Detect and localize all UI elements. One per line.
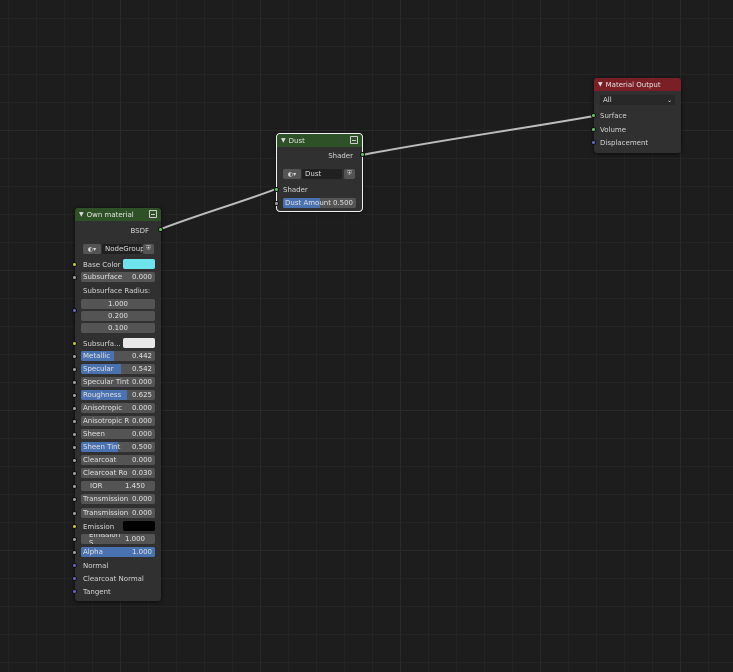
shader-input-row: Shader [283, 185, 308, 194]
clearcoat-roughness-field[interactable]: Clearcoat Ro 0.030 [81, 468, 155, 478]
anisotropic-rotation-socket[interactable] [72, 419, 77, 424]
bsdf-output-socket[interactable] [158, 227, 163, 232]
node-group-name-field[interactable]: NodeGroup [102, 244, 145, 254]
alpha-field[interactable]: Alpha 1.000 [81, 547, 155, 557]
sheen-tint-field[interactable]: Sheen Tint 0.500 [81, 442, 155, 452]
displacement-socket[interactable] [591, 140, 596, 145]
subsurface-radius-label-row: Subsurface Radius: [83, 286, 151, 295]
node-title: Dust [288, 136, 305, 145]
subsurface-radius-x[interactable]: 1.000 [81, 299, 155, 309]
ior-socket[interactable] [72, 484, 77, 489]
chevron-down-icon: ⌄ [666, 96, 672, 104]
collapse-triangle-icon[interactable]: ▼ [598, 81, 603, 88]
ior-field[interactable]: IOR 1.450 [81, 481, 155, 491]
base-color-swatch[interactable] [123, 259, 155, 269]
roughness-socket[interactable] [72, 393, 77, 398]
normal-socket[interactable] [72, 563, 77, 568]
own-material-header[interactable]: ▼ Own material [75, 208, 161, 221]
node-group-icon [149, 210, 157, 218]
metallic-socket[interactable] [72, 354, 77, 359]
material-output-node[interactable]: ▼ Material Output All ⌄ Surface Volume D… [591, 78, 681, 153]
subsurface-radius-y[interactable]: 0.200 [81, 311, 155, 321]
sheen-tint-socket[interactable] [72, 445, 77, 450]
shader-input-socket[interactable] [274, 187, 279, 192]
render-target-dropdown[interactable]: All ⌄ [600, 95, 675, 105]
node-title: Material Output [605, 80, 661, 89]
dust-amount-socket[interactable] [274, 201, 279, 206]
anisotropic-rotation-field[interactable]: Anisotropic R 0.000 [81, 416, 155, 426]
emission-strength-field[interactable]: Emission S 1.000 [81, 534, 155, 544]
subsurface-field[interactable]: Subsurface 0.000 [81, 272, 155, 282]
surface-input-row: Surface [600, 111, 627, 120]
shader-output-socket[interactable] [360, 152, 365, 157]
bsdf-output-row: BSDF [81, 225, 155, 236]
link-bsdf-to-dust [160, 188, 277, 230]
base-color-socket[interactable] [72, 262, 77, 267]
node-title: Own material [86, 210, 134, 219]
transmission-roughness-socket[interactable] [72, 511, 77, 516]
collapse-triangle-icon[interactable]: ▼ [79, 211, 84, 218]
volume-input-row: Volume [600, 125, 627, 134]
emission-color-swatch[interactable] [123, 521, 155, 531]
clearcoat-field[interactable]: Clearcoat 0.000 [81, 455, 155, 465]
dust-amount-field[interactable]: Dust Amount 0.500 [283, 198, 356, 208]
link-dust-to-output [361, 115, 595, 156]
dust-node[interactable]: ▼ Dust Shader ◐▾ Dust ⛨ Shader Dust Amou… [274, 133, 365, 212]
roughness-field[interactable]: Roughness 0.625 [81, 390, 155, 400]
normal-row: Normal [83, 561, 109, 570]
fake-user-shield-icon[interactable]: ⛨ [344, 169, 355, 179]
collapse-triangle-icon[interactable]: ▼ [281, 137, 286, 144]
subsurface-radius-z[interactable]: 0.100 [81, 323, 155, 333]
bsdf-output-label: BSDF [130, 226, 149, 235]
volume-socket[interactable] [591, 127, 596, 132]
surface-socket[interactable] [591, 113, 596, 118]
clearcoat-socket[interactable] [72, 458, 77, 463]
specular-field[interactable]: Specular 0.542 [81, 364, 155, 374]
tangent-socket[interactable] [72, 589, 77, 594]
transmission-roughness-field[interactable]: Transmission 0.000 [81, 508, 155, 518]
dust-header[interactable]: ▼ Dust [277, 134, 362, 147]
clearcoat-normal-socket[interactable] [72, 576, 77, 581]
emission-strength-socket[interactable] [72, 537, 77, 542]
material-output-header[interactable]: ▼ Material Output [594, 78, 681, 91]
specular-tint-field[interactable]: Specular Tint 0.000 [81, 377, 155, 387]
shader-output-row: Shader [328, 151, 353, 160]
clearcoat-normal-row: Clearcoat Normal [83, 574, 144, 583]
metallic-field[interactable]: Metallic 0.442 [81, 351, 155, 361]
sheen-field[interactable]: Sheen 0.000 [81, 429, 155, 439]
displacement-input-row: Displacement [600, 138, 649, 147]
anisotropic-socket[interactable] [72, 406, 77, 411]
anisotropic-field[interactable]: Anisotropic 0.000 [81, 403, 155, 413]
specular-tint-socket[interactable] [72, 380, 77, 385]
sphere-browse-icon[interactable]: ◐▾ [83, 244, 101, 254]
subsurface-radius-socket[interactable] [72, 308, 77, 313]
fake-user-shield-icon[interactable]: ⛨ [143, 244, 154, 254]
transmission-socket[interactable] [72, 497, 77, 502]
node-group-icon [350, 136, 358, 144]
own-material-node[interactable]: ▼ Own material BSDF ◐▾ NodeGroup ⛨ Base … [72, 208, 163, 601]
clearcoat-roughness-socket[interactable] [72, 471, 77, 476]
dust-group-name-field[interactable]: Dust [302, 169, 342, 179]
sphere-browse-icon[interactable]: ◐▾ [283, 169, 301, 179]
sheen-socket[interactable] [72, 432, 77, 437]
subsurface-socket[interactable] [72, 275, 77, 280]
subsurface-color-swatch[interactable] [123, 338, 155, 348]
tangent-row: Tangent [83, 587, 111, 596]
subsurface-color-socket[interactable] [72, 341, 77, 346]
specular-socket[interactable] [72, 367, 77, 372]
emission-socket[interactable] [72, 524, 77, 529]
transmission-field[interactable]: Transmission 0.000 [81, 494, 155, 504]
alpha-socket[interactable] [72, 550, 77, 555]
